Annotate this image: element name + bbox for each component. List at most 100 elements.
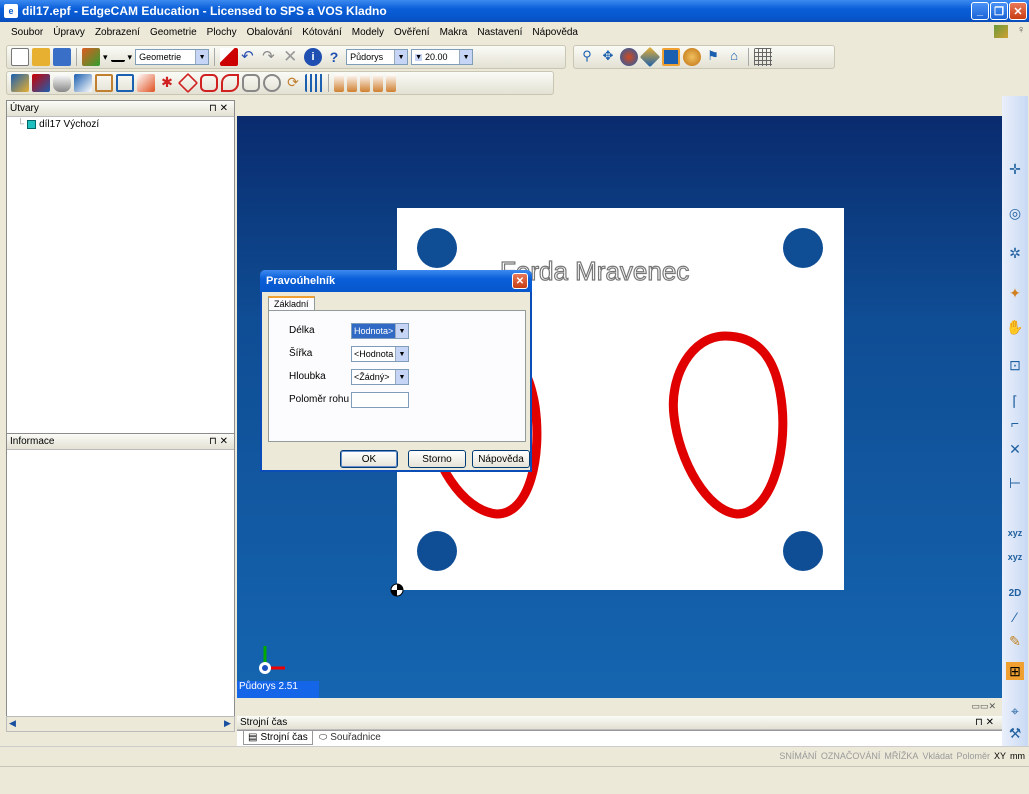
layer-combo[interactable]: Geometrie ▼ [135,49,210,65]
shape2-icon[interactable] [200,74,218,92]
pin-close-icon[interactable]: ⊓ ✕ [209,436,228,447]
tab-zakladni[interactable]: Základní [268,296,315,310]
width-combo[interactable]: <Hodnota ▼ [351,346,409,362]
2d-icon[interactable]: 2D [1006,584,1024,602]
center-icon[interactable]: ✦ [1006,284,1024,302]
tool5-icon[interactable] [386,74,396,92]
grid-size-combo[interactable]: ▼ 20.00 ▼ [411,49,474,65]
mdi-icon[interactable] [994,25,1008,38]
menu-plochy[interactable]: Plochy [202,27,242,38]
cancel-button[interactable]: Storno [408,450,466,468]
status-snap[interactable]: SNÍMÁNÍ [779,751,817,761]
fit-icon[interactable] [639,46,661,68]
corner-icon[interactable]: ⌈ [1006,392,1024,410]
pin-close-icon[interactable]: ⊓ ✕ [975,717,994,728]
shape5-icon[interactable] [263,74,281,92]
star-icon[interactable]: ✱ [158,74,176,92]
info-scrollbar[interactable]: ◀ ▶ [6,716,235,732]
import-icon[interactable] [11,74,29,92]
box-icon[interactable] [95,74,113,92]
arc-icon[interactable]: ✲ [1006,244,1024,262]
status-units[interactable]: mm [1010,751,1025,761]
view-orient-icon[interactable]: ⚑ [704,48,722,66]
rect-point-icon[interactable]: ⊡ [1006,356,1024,374]
corner-radius-field[interactable] [351,392,409,408]
insert-icon[interactable]: ⊞ [1006,662,1024,680]
hand-icon[interactable]: ✋ [1006,318,1024,336]
tab-machining-time[interactable]: ▤ Strojní čas [243,731,313,745]
status-plane[interactable]: XY [994,751,1006,761]
tab-coordinates[interactable]: ⬭ Souřadnice [315,731,385,744]
measure-icon[interactable]: ✎ [1006,632,1024,650]
tool2-icon[interactable] [347,74,357,92]
shape1-icon[interactable] [177,72,199,94]
grid-icon[interactable] [754,48,772,66]
shape3-icon[interactable] [221,74,239,92]
tool3-icon[interactable] [360,74,370,92]
xyz-offset-icon[interactable]: xyz [1006,548,1024,566]
save-icon[interactable] [53,48,71,66]
dropdown-arrow-icon[interactable]: ▾ [103,52,108,63]
menu-geometrie[interactable]: Geometrie [145,27,202,38]
open-folder-icon[interactable] [32,48,50,66]
rotate-icon[interactable] [620,48,638,66]
render-icon[interactable] [683,48,701,66]
dimension-icon[interactable]: ⁄ [1006,608,1024,626]
whats-this-icon[interactable]: ? [325,48,343,66]
solid-shade-icon[interactable] [662,48,680,66]
solid-icon[interactable] [53,74,71,92]
menu-modely[interactable]: Modely [347,27,389,38]
menu-upravy[interactable]: Úpravy [48,27,90,38]
restore-button[interactable]: ❐ [990,2,1008,20]
menu-obalovani[interactable]: Obalování [242,27,298,38]
tool1-icon[interactable] [334,74,344,92]
menu-napoveda[interactable]: Nápověda [527,27,583,38]
line-icon[interactable]: ⌐ [1006,414,1024,432]
pin-close-icon[interactable]: ⊓ ✕ [209,103,228,114]
menu-nastaveni[interactable]: Nastavení [472,27,527,38]
delete-icon[interactable]: ✕ [283,48,301,66]
menu-soubor[interactable]: Soubor [6,27,48,38]
shape4-icon[interactable] [242,74,260,92]
redo-icon[interactable]: ↷ [262,48,280,66]
cut-icon[interactable]: ⟳ [284,74,302,92]
extrude-icon[interactable] [137,74,155,92]
status-select[interactable]: OZNAČOVÁNÍ [821,751,881,761]
color-icon[interactable] [82,48,100,66]
ok-button[interactable]: OK [340,450,398,468]
status-radius[interactable]: Poloměr [956,751,990,761]
menu-makra[interactable]: Makra [435,27,473,38]
zoom-icon[interactable]: ⚲ [578,48,596,66]
new-file-icon[interactable] [11,48,29,66]
menu-zobrazeni[interactable]: Zobrazení [90,27,145,38]
menu-kotovani[interactable]: Kótování [297,27,346,38]
scroll-left-icon[interactable]: ◀ [9,718,16,729]
status-insert[interactable]: Vkládat [922,751,952,761]
info-icon[interactable]: i [304,48,323,66]
length-combo[interactable]: Hodnota> ▼ [351,323,409,339]
circle-icon[interactable]: ◎ [1006,204,1024,222]
line-style-icon[interactable] [110,52,125,62]
dropdown-arrow-icon[interactable]: ▾ [128,52,133,63]
misc-icon[interactable]: ⌖ [1006,702,1024,720]
pencil-icon[interactable] [220,48,239,66]
help-pin-icon[interactable]: ♀ [1012,24,1029,36]
help-button[interactable]: Nápověda [472,450,530,468]
camera-icon[interactable]: ⌂ [725,48,743,66]
dialog-close-button[interactable]: ✕ [512,273,528,289]
point-icon[interactable]: ✛ [1006,160,1024,178]
depth-combo[interactable]: <Žádný> ▼ [351,369,409,385]
feature-icon[interactable] [116,74,134,92]
undo-icon[interactable]: ↶ [241,48,259,66]
xyz-icon[interactable]: xyz [1006,524,1024,542]
viewport-window-icons[interactable]: ▭▭✕ [971,701,996,712]
pan-icon[interactable]: ✥ [599,48,617,66]
trim-icon[interactable]: ✕ [1006,440,1024,458]
tool4-icon[interactable] [373,74,383,92]
status-grid[interactable]: MŘÍŽKA [884,751,918,761]
eraser-icon[interactable] [32,74,50,92]
view-combo[interactable]: Půdorys ▼ [346,49,409,65]
tree-item[interactable]: └ díl17 Výchozí [7,117,234,130]
break-icon[interactable]: ⊢ [1006,474,1024,492]
surface-icon[interactable] [74,74,92,92]
